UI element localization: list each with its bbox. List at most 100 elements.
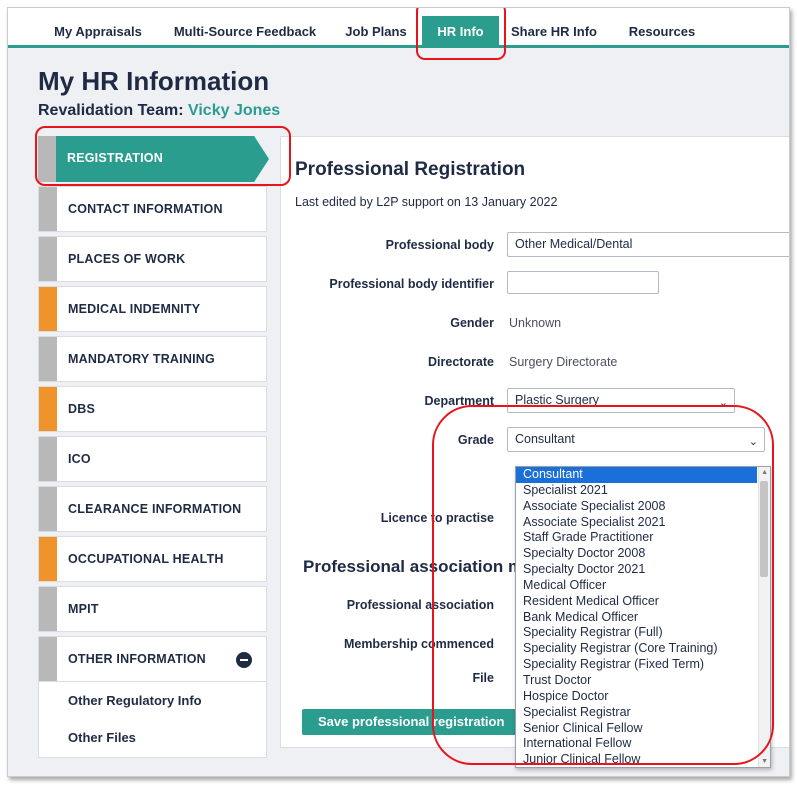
status-bar	[39, 187, 57, 231]
status-bar	[39, 487, 57, 531]
sidebar-item-label: MEDICAL INDEMNITY	[68, 302, 201, 316]
grade-option[interactable]: International Fellow	[516, 736, 757, 752]
save-registration-button[interactable]: Save professional registration	[302, 709, 526, 735]
collapse-minus-icon[interactable]	[236, 652, 252, 668]
grade-options: Consultant Specialist 2021 Associate Speci…	[516, 467, 770, 767]
status-bar	[39, 637, 57, 681]
sidebar-item-places-of-work[interactable]: PLACES OF WORK	[38, 236, 267, 282]
sidebar-item-mpit[interactable]: MPIT	[38, 586, 267, 632]
sidebar-item-contact-information[interactable]: CONTACT INFORMATION	[38, 186, 267, 232]
grade-option[interactable]: Associate Specialist 2008	[516, 499, 757, 515]
association-section-title: Professional association m	[303, 557, 524, 576]
professional-body-select[interactable]: Other Medical/Dental	[507, 232, 789, 257]
section-title: Professional Registration	[295, 159, 526, 180]
tab-multi-source-feedback[interactable]: Multi-Source Feedback	[160, 16, 330, 48]
professional-body-label: Professional body	[385, 238, 494, 252]
sidebar-item-ico[interactable]: ICO	[38, 436, 267, 482]
tab-job-plans[interactable]: Job Plans	[336, 16, 416, 48]
grade-option[interactable]: Speciality Registrar (Core Training)	[516, 641, 757, 657]
gender-value: Unknown	[509, 316, 562, 330]
grade-option[interactable]: Hospice Doctor	[516, 689, 757, 705]
grade-option[interactable]: Senior Clinical Fellow	[516, 721, 757, 737]
professional-body-identifier-input[interactable]	[507, 271, 659, 294]
grade-option[interactable]: Specialist 2021	[516, 483, 757, 499]
tab-hr-info[interactable]: HR Info	[422, 16, 499, 48]
sidebar: REGISTRATION CONTACT INFORMATION PLACES …	[38, 136, 269, 758]
grade-option[interactable]: Resident Medical Officer	[516, 594, 757, 610]
grade-option[interactable]: Speciality Registrar (Full)	[516, 625, 757, 641]
dropdown-scrollbar[interactable]: ▲ ▼	[758, 467, 770, 767]
grade-option[interactable]: Speciality Registrar (Fixed Term)	[516, 657, 757, 673]
grade-select[interactable]: Consultant ⌄	[507, 427, 765, 452]
status-bar	[39, 387, 57, 431]
top-nav: My Appraisals Multi-Source Feedback Job …	[8, 8, 789, 48]
professional-association-label: Professional association	[346, 598, 494, 612]
team-member-name: Vicky Jones	[187, 102, 281, 119]
sidebar-item-label: MANDATORY TRAINING	[68, 352, 215, 366]
status-bar	[39, 437, 57, 481]
grade-option[interactable]: Specialist Registrar	[516, 705, 757, 721]
grade-dropdown-list[interactable]: Consultant Specialist 2021 Associate Speci…	[515, 466, 771, 768]
sidebar-item-registration[interactable]: REGISTRATION	[38, 136, 269, 182]
scroll-up-icon[interactable]: ▲	[761, 469, 768, 476]
sidebar-item-label: REGISTRATION	[67, 151, 163, 165]
sidebar-item-label: PLACES OF WORK	[68, 252, 186, 266]
grade-option[interactable]: Trust Doctor	[516, 673, 757, 689]
sidebar-item-dbs[interactable]: DBS	[38, 386, 267, 432]
scroll-down-icon[interactable]: ▼	[761, 758, 768, 765]
grade-option[interactable]: Associate Specialist 2021	[516, 515, 757, 531]
sidebar-item-label: ICO	[68, 452, 91, 466]
grade-option[interactable]: Junior Clinical Fellow	[516, 752, 757, 767]
professional-body-value: Other Medical/Dental	[515, 237, 633, 251]
app-window: My Appraisals Multi-Source Feedback Job …	[7, 7, 790, 777]
sidebar-item-medical-indemnity[interactable]: MEDICAL INDEMNITY	[38, 286, 267, 332]
directorate-label: Directorate	[428, 355, 494, 369]
sidebar-subitems: Other Regulatory Info Other Files	[38, 682, 267, 758]
sidebar-item-label: CLEARANCE INFORMATION	[68, 502, 242, 516]
tab-share-hr-info[interactable]: Share HR Info	[504, 16, 604, 48]
team-label: Revalidation Team:	[38, 102, 188, 119]
status-bar	[39, 237, 57, 281]
chevron-down-icon: ⌄	[748, 436, 758, 448]
grade-option[interactable]: Specialty Doctor 2008	[516, 546, 757, 562]
sidebar-item-other-information[interactable]: OTHER INFORMATION	[38, 636, 267, 682]
sidebar-item-label: CONTACT INFORMATION	[68, 202, 223, 216]
sidebar-subitem-other-files[interactable]: Other Files	[39, 719, 266, 756]
tab-my-appraisals[interactable]: My Appraisals	[38, 16, 158, 48]
scrollbar-thumb[interactable]	[760, 481, 768, 577]
licence-label: Licence to practise	[380, 511, 494, 525]
grade-value: Consultant	[515, 432, 575, 446]
status-bar	[39, 287, 57, 331]
status-bar	[39, 587, 57, 631]
sidebar-subitem-other-regulatory-info[interactable]: Other Regulatory Info	[39, 682, 266, 719]
department-value: Plastic Surgery	[515, 393, 600, 407]
professional-body-identifier-label: Professional body identifier	[329, 277, 494, 291]
sidebar-item-mandatory-training[interactable]: MANDATORY TRAINING	[38, 336, 267, 382]
sidebar-item-label: MPIT	[68, 602, 99, 616]
chevron-down-icon: ⌄	[718, 397, 728, 409]
department-label: Department	[424, 394, 494, 408]
sidebar-item-occupational-health[interactable]: OCCUPATIONAL HEALTH	[38, 536, 267, 582]
status-bar	[39, 537, 57, 581]
file-label: File	[472, 671, 494, 685]
grade-option[interactable]: Bank Medical Officer	[516, 610, 757, 626]
grade-option[interactable]: Specialty Doctor 2021	[516, 562, 757, 578]
sidebar-item-label: OTHER INFORMATION	[68, 652, 206, 666]
status-bar	[38, 136, 56, 182]
gender-label: Gender	[450, 316, 494, 330]
grade-label: Grade	[457, 433, 494, 447]
directorate-value: Surgery Directorate	[509, 355, 618, 369]
revalidation-team: Revalidation Team: Vicky Jones	[38, 102, 280, 120]
grade-option[interactable]: Consultant	[516, 467, 757, 483]
sidebar-item-clearance-information[interactable]: CLEARANCE INFORMATION	[38, 486, 267, 532]
sidebar-item-label: DBS	[68, 402, 95, 416]
grade-option[interactable]: Staff Grade Practitioner	[516, 530, 757, 546]
page-title: My HR Information	[38, 66, 270, 96]
tab-resources[interactable]: Resources	[618, 16, 706, 48]
department-select[interactable]: Plastic Surgery ⌄	[507, 388, 735, 413]
status-bar	[39, 337, 57, 381]
sidebar-item-label: OCCUPATIONAL HEALTH	[68, 552, 224, 566]
last-edited-text: Last edited by L2P support on 13 January…	[295, 195, 558, 209]
membership-commenced-label: Membership commenced	[343, 637, 494, 651]
grade-option[interactable]: Medical Officer	[516, 578, 757, 594]
